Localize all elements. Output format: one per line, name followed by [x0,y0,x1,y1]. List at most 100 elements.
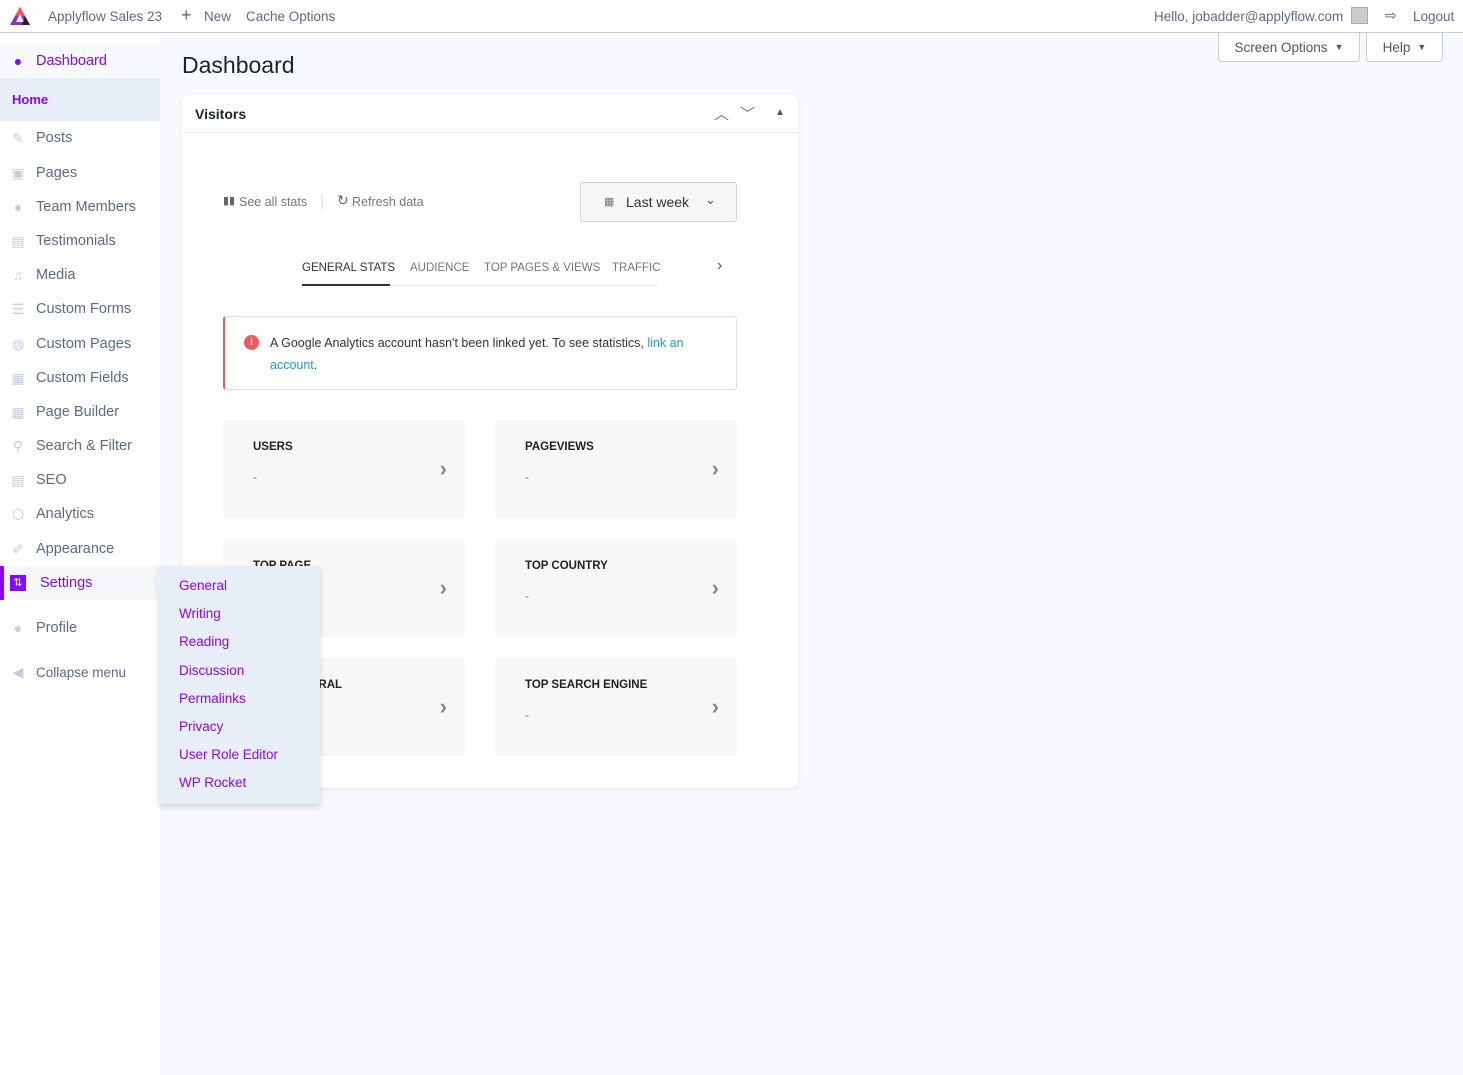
notice-end: . [313,358,318,372]
collapse-menu-button[interactable]: ◀ Collapse menu [0,655,160,689]
sidebar-item-pages[interactable]: ▣ Pages [0,156,160,190]
search-icon: ⚲ [12,438,24,454]
cache-options-link[interactable]: Cache Options [246,9,335,24]
sidebar-item-team-members[interactable]: ● Team Members [0,190,160,224]
submenu-item-general[interactable]: General [179,578,227,593]
sidebar-item-custom-fields[interactable]: ▦ Custom Fields [0,361,160,395]
user-icon: ● [13,199,23,215]
collapse-icon: ◀ [12,664,24,680]
applyflow-logo-icon[interactable] [9,6,31,26]
sidebar-item-posts[interactable]: ✎ Posts [0,121,160,155]
sidebar-item-label: SEO [36,472,67,488]
sidebar-item-media[interactable]: ♫ Media [0,258,160,292]
page-title: Dashboard [182,52,295,78]
tab-general-stats[interactable]: GENERAL STATS [302,262,395,274]
stat-card-users[interactable]: USERS - › [223,420,465,518]
sidebar-item-appearance[interactable]: ✐ Appearance [0,532,160,566]
sidebar-item-page-builder[interactable]: ▦ Page Builder [0,395,160,429]
tab-top-pages-views[interactable]: TOP PAGES & VIEWS [484,262,600,274]
site-name-link[interactable]: Applyflow Sales 23 [48,9,162,24]
active-tab-indicator [302,284,390,286]
sidebar-item-label: Dashboard [36,53,107,69]
sidebar-item-search-filter[interactable]: ⚲ Search & Filter [0,429,160,463]
logout-icon: ⇨ [1385,7,1397,23]
settings-submenu: General Writing Reading Discussion Permalink… [151,566,320,804]
seo-icon: ▤ [11,472,25,488]
sidebar-item-label: Team Members [36,199,136,215]
sidebar-item-label: Settings [40,575,93,591]
stat-value: - [525,708,529,722]
globe-icon: ◍ [11,336,25,352]
sidebar-item-label: Custom Pages [36,336,132,352]
user-icon: ● [13,620,23,636]
refresh-data-link[interactable]: Refresh data [352,195,424,209]
submenu-item-user-role-editor[interactable]: User Role Editor [179,747,278,762]
submenu-item-privacy[interactable]: Privacy [179,719,223,734]
stat-value: - [525,470,529,484]
sidebar-item-testimonials[interactable]: ▤ Testimonials [0,224,160,258]
sidebar-item-custom-forms[interactable]: ☰ Custom Forms [0,292,160,326]
submenu-item-writing[interactable]: Writing [179,606,221,621]
stat-label: TOP COUNTRY [525,560,608,572]
sidebar-item-label: Home [12,92,49,107]
sidebar-item-label: Collapse menu [36,664,127,680]
screen-options-label: Screen Options [1234,39,1328,55]
chevron-right-icon: › [711,694,719,719]
sidebar-item-dashboard[interactable]: ● Dashboard [0,44,160,78]
sidebar-item-label: Testimonials [36,233,116,249]
stat-card-top-search-engine[interactable]: TOP SEARCH ENGINE - › [495,658,737,756]
sidebar-item-label: Pages [36,165,78,181]
tab-audience[interactable]: AUDIENCE [410,262,469,274]
chevron-right-icon: › [439,694,447,719]
sidebar-item-custom-pages[interactable]: ◍ Custom Pages [0,327,160,361]
sidebar-item-label: Posts [36,130,73,146]
notice-text: A Google Analytics account hasn't been l… [270,332,710,376]
avatar[interactable] [1351,7,1368,24]
account-greeting[interactable]: Hello, jobadder@applyflow.com [1154,9,1343,24]
see-all-stats-link[interactable]: See all stats [239,195,307,209]
logout-link[interactable]: Logout [1413,9,1454,24]
sidebar-item-profile[interactable]: ● Profile [0,611,160,645]
divider: | [320,193,325,210]
stat-card-pageviews[interactable]: PAGEVIEWS - › [495,420,737,518]
collapse-widget-icon[interactable]: ▲ [775,107,785,118]
help-button[interactable]: Help ▼ [1366,33,1443,62]
analytics-icon: ⬡ [11,506,25,522]
dashboard-icon: ● [13,53,23,69]
comment-icon: ▤ [11,233,25,249]
refresh-icon: ↻ [337,192,349,208]
chevron-right-icon: › [439,575,447,600]
move-down-icon[interactable]: ﹀ [740,103,755,124]
move-up-icon[interactable]: ︿ [714,103,729,124]
tabs-next-icon[interactable]: › [717,257,722,275]
chevron-right-icon: › [711,456,719,481]
submenu-item-permalinks[interactable]: Permalinks [179,691,246,706]
table-icon: ▦ [11,370,25,386]
pin-icon: ✎ [12,130,24,146]
flyout-pointer [151,574,159,590]
chevron-right-icon: › [439,456,447,481]
new-link[interactable]: New [204,9,231,24]
pages-icon: ▣ [11,165,25,181]
stat-card-top-country[interactable]: TOP COUNTRY - › [495,539,737,637]
stat-label: PAGEVIEWS [525,441,594,453]
help-label: Help [1382,39,1411,55]
admin-sidebar: ● Dashboard Home ✎ Posts ▣ Pages ● Team Member… [0,33,160,1075]
sidebar-item-home[interactable]: Home [0,78,160,121]
sidebar-item-analytics[interactable]: ⬡ Analytics [0,497,160,531]
submenu-item-wp-rocket[interactable]: WP Rocket [179,775,246,790]
sidebar-item-label: Profile [36,620,78,636]
screen-options-button[interactable]: Screen Options ▼ [1218,33,1360,62]
submenu-item-discussion[interactable]: Discussion [179,663,244,678]
date-range-select[interactable]: ▦ Last week ⌄ [580,182,737,222]
plus-icon: + [181,5,192,25]
sidebar-item-settings[interactable]: ⇅ Settings [0,566,160,600]
submenu-item-reading[interactable]: Reading [179,634,229,649]
sidebar-item-label: Analytics [36,506,95,522]
tab-traffic[interactable]: TRAFFIC [612,262,661,274]
admin-bar: Applyflow Sales 23 + New Cache Options H… [0,0,1463,33]
brush-icon: ✐ [12,541,24,557]
sidebar-item-seo[interactable]: ▤ SEO [0,463,160,497]
sidebar-item-label: Custom Forms [36,301,132,317]
bar-chart-icon: ▮▮ [223,195,236,207]
